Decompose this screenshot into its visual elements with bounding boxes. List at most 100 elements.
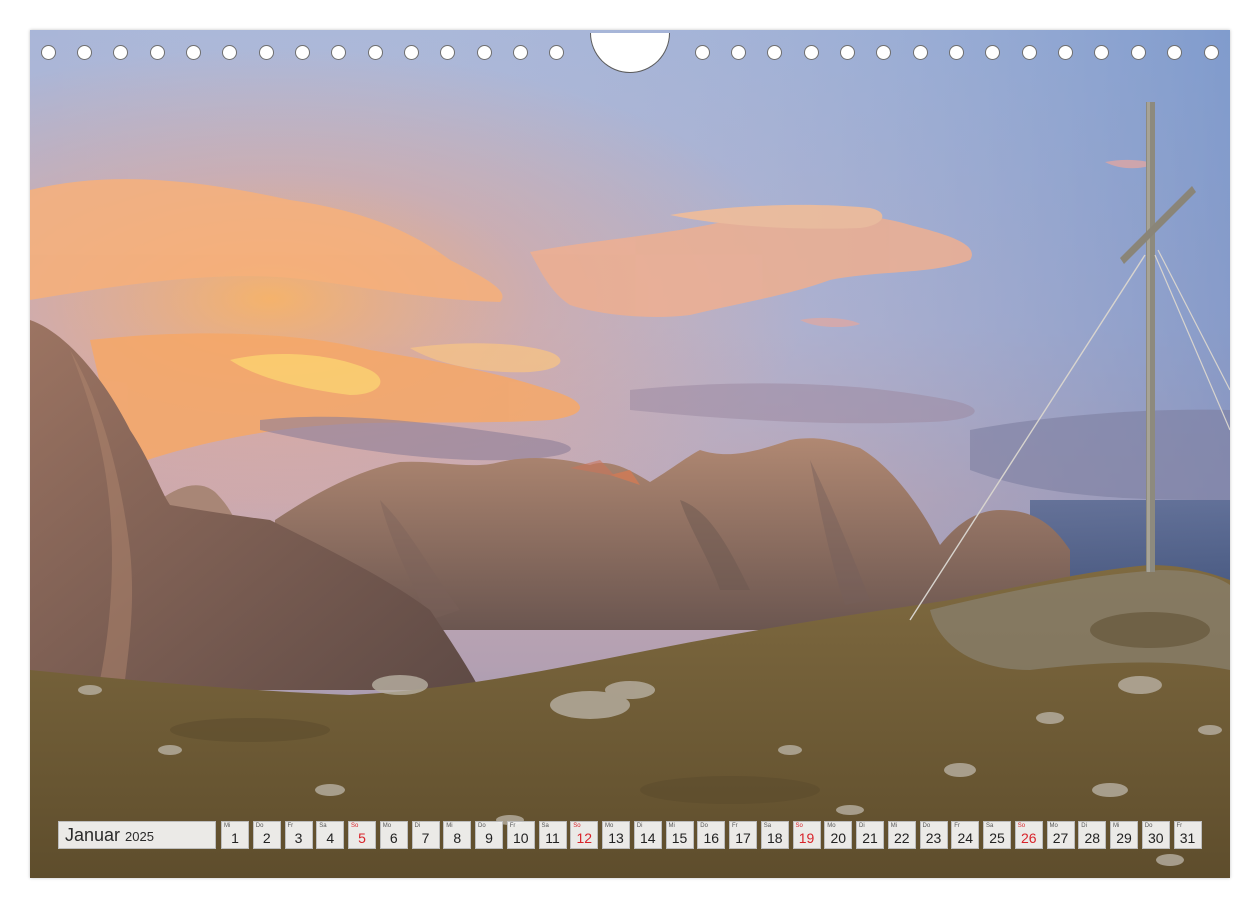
day-weekday: Sa	[986, 823, 994, 829]
day-number: 20	[830, 830, 847, 846]
day-weekday: Fr	[1176, 823, 1183, 829]
day-number: 22	[893, 830, 910, 846]
day-number: 9	[485, 830, 493, 846]
day-number: 12	[576, 830, 593, 846]
day-weekday: So	[351, 823, 359, 829]
day-number: 10	[512, 830, 529, 846]
day-cell: Mo 20	[824, 821, 853, 849]
day-cell: Sa 18	[760, 821, 789, 849]
day-weekday: Mi	[890, 823, 898, 829]
day-cell: Fr 24	[951, 821, 980, 849]
day-number: 2	[262, 830, 271, 846]
day-weekday: Fr	[287, 823, 294, 829]
day-cell: Do 23	[919, 821, 948, 849]
day-weekday: Mi	[446, 823, 453, 829]
day-weekday: Sa	[541, 823, 549, 829]
day-number: 23	[925, 830, 942, 846]
day-number: 16	[703, 830, 720, 846]
day-weekday: So	[1017, 823, 1026, 829]
day-weekday: So	[573, 823, 581, 829]
day-cell: Di 7	[411, 821, 440, 849]
day-cell: Do 2	[252, 821, 281, 849]
day-number: 13	[608, 830, 624, 846]
day-weekday: Do	[255, 823, 264, 829]
day-weekday: Fr	[954, 823, 960, 829]
day-cells: Mi 1 Do 2 Fr 3 Sa 4 So 5 Mo 6 Di 7 Mi 8 Do 9 Fr 10 Sa 11 So 12 M…	[221, 821, 1202, 850]
day-cell: So 26	[1014, 821, 1043, 849]
day-number: 29	[1116, 830, 1132, 846]
day-weekday: So	[795, 823, 803, 829]
day-cell: Do 16	[697, 821, 726, 849]
day-number: 25	[989, 830, 1005, 846]
month-label: Januar 2025	[58, 821, 216, 849]
day-cell: Mi 1	[221, 821, 249, 849]
day-weekday: Di	[414, 823, 421, 829]
day-number: 17	[735, 830, 751, 846]
day-cell: Sa 25	[983, 821, 1011, 849]
day-number: 3	[294, 830, 303, 846]
calendar-page	[30, 30, 1230, 878]
day-cell: Sa 4	[316, 821, 345, 849]
day-number: 15	[671, 830, 688, 846]
day-cell: Fr 31	[1173, 821, 1202, 849]
day-number: 28	[1084, 830, 1101, 846]
day-weekday: Mo	[827, 823, 836, 829]
day-weekday: Mo	[382, 823, 392, 829]
day-weekday: Mi	[1113, 823, 1120, 829]
day-number: 5	[358, 830, 366, 846]
day-cell: So 19	[792, 821, 821, 849]
day-weekday: Do	[478, 823, 486, 829]
day-weekday: Mo	[605, 823, 614, 829]
day-weekday: Sa	[763, 823, 772, 829]
day-cell: Mo 13	[602, 821, 630, 849]
day-number: 30	[1147, 830, 1164, 846]
day-cell: Mo 27	[1046, 821, 1075, 849]
day-cell: So 12	[570, 821, 599, 849]
day-number: 1	[231, 830, 239, 846]
day-number: 26	[1020, 830, 1037, 846]
day-number: 24	[957, 830, 974, 846]
day-weekday: Fr	[509, 823, 516, 829]
day-cell: So 5	[348, 821, 376, 849]
calendar-strip: Januar 2025 Mi 1 Do 2 Fr 3 Sa 4 So 5 Mo 6 Di 7 Mi 8 Do 9 F…	[58, 821, 1202, 850]
day-weekday: Do	[700, 823, 708, 829]
day-number: 31	[1179, 830, 1196, 846]
day-cell: Fr 17	[729, 821, 757, 849]
day-cell: Di 28	[1078, 821, 1107, 849]
day-weekday: Mo	[1049, 823, 1058, 829]
day-cell: Sa 11	[538, 821, 567, 849]
day-weekday: Do	[922, 823, 931, 829]
day-number: 7	[421, 830, 430, 846]
day-number: 8	[453, 830, 462, 846]
day-cell: Mi 22	[887, 821, 916, 849]
day-cell: Do 30	[1141, 821, 1170, 849]
month-year: 2025	[125, 829, 154, 844]
day-cell: Di 14	[633, 821, 662, 849]
day-number: 14	[639, 830, 656, 846]
day-cell: Mi 8	[443, 821, 472, 849]
day-weekday: Fr	[732, 823, 738, 829]
day-weekday: Mi	[668, 823, 675, 829]
day-weekday: Di	[636, 823, 643, 829]
day-cell: Mo 6	[379, 821, 408, 849]
day-number: 6	[389, 830, 398, 846]
month-name: Januar	[65, 824, 121, 845]
day-weekday: Mi	[224, 823, 231, 829]
day-weekday: Di	[859, 823, 865, 829]
day-number: 21	[862, 830, 878, 846]
day-weekday: Di	[1081, 823, 1087, 829]
day-cell: Do 9	[475, 821, 503, 849]
landscape-photo	[30, 30, 1230, 878]
day-weekday: Do	[1144, 823, 1153, 829]
day-cell: Mi 29	[1110, 821, 1138, 849]
day-cell: Fr 10	[506, 821, 535, 849]
day-number: 4	[326, 830, 335, 846]
day-number: 11	[545, 830, 560, 846]
day-number: 27	[1052, 830, 1069, 846]
day-number: 18	[766, 830, 783, 846]
day-cell: Mi 15	[665, 821, 694, 849]
day-weekday: Sa	[319, 823, 327, 829]
day-number: 19	[798, 830, 815, 846]
day-cell: Fr 3	[284, 821, 313, 849]
day-cell: Di 21	[856, 821, 884, 849]
